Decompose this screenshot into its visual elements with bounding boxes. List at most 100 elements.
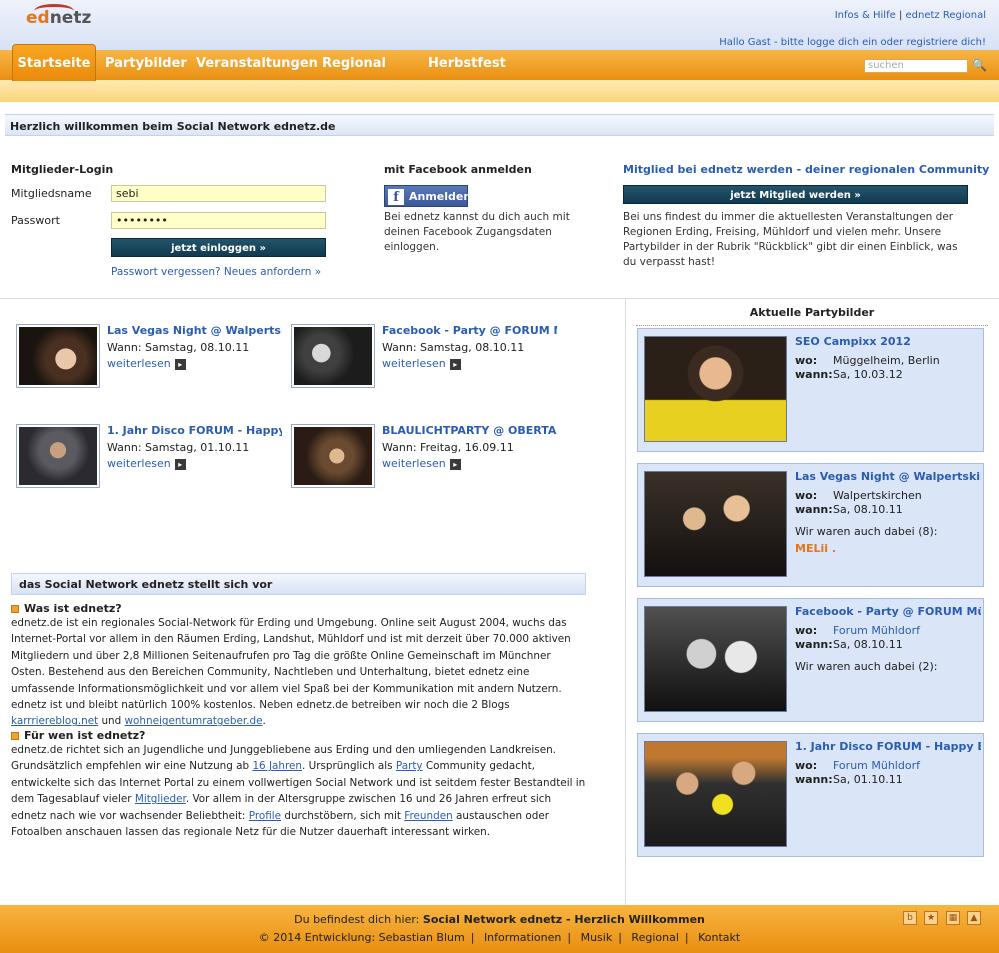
- tab-partybilder[interactable]: Partybilder: [105, 56, 187, 71]
- party-card[interactable]: Facebook - Party @ FORUM Mühldorf wo:For…: [637, 598, 984, 722]
- forgot-password-link[interactable]: Passwort vergessen? Neues anfordern »: [111, 266, 321, 278]
- party-photo[interactable]: [644, 471, 787, 577]
- footer-link-regional[interactable]: Regional: [631, 931, 678, 944]
- tab-herbstfest[interactable]: Herbstfest: [428, 56, 506, 71]
- event-date: Wann: Samstag, 08.10.11: [382, 341, 525, 354]
- arrow-right-icon: ▸: [449, 458, 461, 470]
- arrow-right-icon: ▸: [174, 358, 186, 370]
- event-title[interactable]: BLAULICHTPARTY @ OBERTAUFKIRCHEN: [382, 424, 557, 437]
- intro-paragraph: ednetz.de ist ein regionales Social-Netw…: [11, 617, 571, 728]
- bullet-icon: [11, 732, 19, 740]
- party-card[interactable]: SEO Campixx 2012 wo: Müggelheim, Berlin w…: [637, 328, 984, 452]
- read-more-link[interactable]: weiterlesen ▸: [107, 357, 186, 370]
- party-card-date: wann:Sa, 08.10.11: [795, 503, 903, 516]
- event-thumbnail[interactable]: [16, 324, 100, 388]
- party-card-title[interactable]: 1. Jahr Disco FORUM - Happy Birthday: [795, 740, 981, 753]
- sitemap-icon[interactable]: ▲: [967, 911, 981, 925]
- divider: [0, 298, 999, 299]
- event-thumbnail[interactable]: [291, 424, 375, 488]
- grid-icon[interactable]: ▦: [946, 911, 960, 925]
- attendee-name[interactable]: MELii .: [795, 542, 836, 555]
- column-divider: [625, 298, 626, 905]
- profiles-link[interactable]: Profile: [249, 810, 281, 822]
- event-title[interactable]: Facebook - Party @ FORUM Mühldorf: [382, 324, 557, 337]
- facebook-title: mit Facebook anmelden: [384, 163, 532, 176]
- party-card-location: wo: Forum Mühldorf: [795, 624, 920, 637]
- password-input[interactable]: ••••••••: [111, 212, 326, 229]
- username-label: Mitgliedsname: [11, 187, 92, 200]
- arrow-right-icon: ▸: [449, 358, 461, 370]
- party-photo[interactable]: [644, 606, 787, 712]
- attendees-count: Wir waren auch dabei (8):: [795, 525, 938, 538]
- footer-link-musik[interactable]: Musik: [581, 931, 613, 944]
- search-icon[interactable]: 🔍: [972, 58, 987, 72]
- partybilder-title: Aktuelle Partybilder: [636, 306, 988, 326]
- members-link[interactable]: Mitglieder: [135, 793, 186, 805]
- password-label: Passwort: [11, 214, 60, 227]
- event-item[interactable]: 1. Jahr Disco FORUM - Happy Birthday Wan…: [16, 424, 286, 494]
- party-card-date: wann:Sa, 08.10.11: [795, 638, 903, 651]
- party-photo[interactable]: [644, 741, 787, 847]
- question-heading: Was ist ednetz?: [11, 602, 122, 615]
- facebook-text: Bei ednetz kannst du dich auch mit deine…: [384, 211, 570, 253]
- tab-startseite[interactable]: Startseite: [12, 44, 96, 81]
- read-more-link[interactable]: weiterlesen ▸: [382, 357, 461, 370]
- party-card[interactable]: 1. Jahr Disco FORUM - Happy Birthday wo:…: [637, 733, 984, 857]
- event-item[interactable]: Facebook - Party @ FORUM Mühldorf Wann: …: [291, 324, 561, 394]
- search-input[interactable]: suchen: [864, 59, 968, 73]
- footer-link-informationen[interactable]: Informationen: [484, 931, 561, 944]
- facebook-icon: f: [388, 189, 404, 205]
- facebook-login-button[interactable]: f Anmelden: [384, 185, 471, 207]
- tab-regional[interactable]: Regional: [322, 56, 386, 71]
- event-date: Wann: Samstag, 08.10.11: [107, 341, 250, 354]
- tab-veranstaltungen[interactable]: Veranstaltungen: [196, 56, 318, 71]
- read-more-link[interactable]: weiterlesen ▸: [382, 457, 461, 470]
- login-button[interactable]: jetzt einloggen »: [111, 238, 326, 257]
- party-card[interactable]: Las Vegas Night @ Walpertskirchen wo:Wal…: [637, 463, 984, 587]
- sub-nav-bar: [0, 80, 999, 102]
- intro-paragraph: ednetz.de richtet sich an Jugendliche un…: [11, 744, 586, 839]
- blog-link-karriereblog[interactable]: karrriereblog.net: [11, 715, 98, 727]
- ednetz-logo[interactable]: ednetz: [26, 4, 91, 28]
- copyright: © 2014 Entwicklung: Sebastian Blum: [258, 931, 465, 944]
- event-thumbnail[interactable]: [291, 324, 375, 388]
- intro-heading: das Social Network ednetz stellt sich vo…: [11, 573, 586, 595]
- read-more-link[interactable]: weiterlesen ▸: [107, 457, 186, 470]
- footer-links: © 2014 Entwicklung: Sebastian Blum | Info…: [258, 931, 741, 944]
- footer: Du befindest dich hier: Social Network e…: [0, 905, 999, 953]
- event-date: Wann: Freitag, 16.09.11: [382, 441, 514, 454]
- blog-link-wohneigentum[interactable]: wohneigentumratgeber.de: [125, 715, 263, 727]
- event-thumbnail[interactable]: [16, 424, 100, 488]
- party-card-title[interactable]: SEO Campixx 2012: [795, 335, 981, 348]
- top-links: Infos & Hilfe | ednetz Regional: [834, 10, 986, 21]
- join-title[interactable]: Mitglied bei ednetz werden - deiner regi…: [623, 163, 989, 176]
- party-card-location: wo: Müggelheim, Berlin: [795, 354, 940, 367]
- party-card-title[interactable]: Facebook - Party @ FORUM Mühldorf: [795, 605, 981, 618]
- party-card-location: wo: Forum Mühldorf: [795, 759, 920, 772]
- event-title[interactable]: 1. Jahr Disco FORUM - Happy Birthday: [107, 424, 282, 437]
- join-button[interactable]: jetzt Mitglied werden »: [623, 185, 968, 204]
- party-photo[interactable]: [644, 336, 787, 442]
- footer-link-kontakt[interactable]: Kontakt: [698, 931, 740, 944]
- blog-icon[interactable]: b: [903, 911, 917, 925]
- bullet-icon: [11, 605, 19, 613]
- arrow-right-icon: ▸: [174, 458, 186, 470]
- join-text: Bei uns findest du immer die aktuelleste…: [623, 211, 958, 268]
- party-card-title[interactable]: Las Vegas Night @ Walpertskirchen: [795, 470, 981, 483]
- event-item[interactable]: Las Vegas Night @ Walpertskirchen Wann: …: [16, 324, 286, 394]
- party-link[interactable]: Party: [396, 760, 423, 772]
- age-link[interactable]: 16 Jahren: [252, 760, 302, 772]
- username-input[interactable]: sebi: [111, 185, 326, 202]
- friends-link[interactable]: Freunden: [404, 810, 452, 822]
- top-header: ednetz Infos & Hilfe | ednetz Regional H…: [0, 0, 999, 50]
- ednetz-regional-link[interactable]: ednetz Regional: [906, 10, 986, 21]
- party-card-date: wann:Sa, 01.10.11: [795, 773, 903, 786]
- breadcrumb: Du befindest dich hier: Social Network e…: [294, 913, 705, 926]
- bookmark-icon[interactable]: ★: [924, 911, 938, 925]
- party-card-location: wo: Walpertskirchen: [795, 489, 922, 502]
- event-title[interactable]: Las Vegas Night @ Walpertskirchen: [107, 324, 282, 337]
- infos-hilfe-link[interactable]: Infos & Hilfe: [835, 10, 896, 21]
- event-item[interactable]: BLAULICHTPARTY @ OBERTAUFKIRCHEN Wann: F…: [291, 424, 561, 494]
- hello-guest-text[interactable]: Hallo Gast - bitte logge dich ein oder r…: [719, 37, 986, 48]
- welcome-heading: Herzlich willkommen beim Social Network …: [5, 114, 994, 136]
